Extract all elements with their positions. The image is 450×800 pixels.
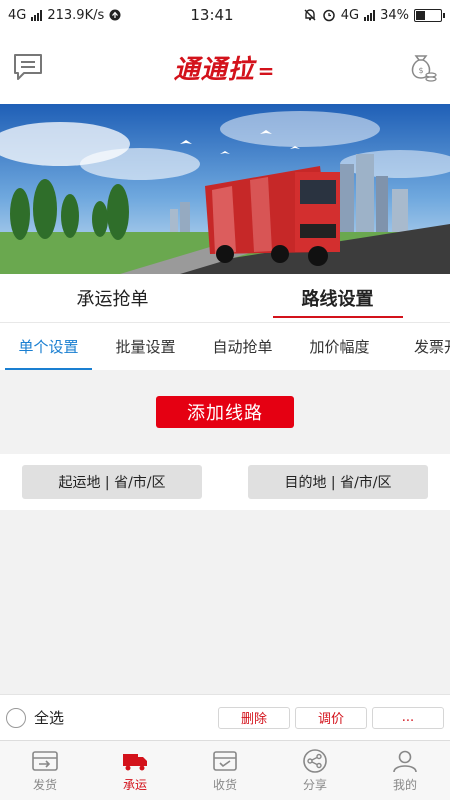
receive-box-icon [213,750,237,771]
network-label: 4G [8,7,27,23]
share-icon [303,748,327,773]
tab-route-settings[interactable]: 路线设置 [225,274,450,322]
truck-icon [123,753,147,770]
nav-receive[interactable]: 收货 [180,741,270,800]
status-bar: 4G 213.9K/s 13:41 4G 34% [0,0,450,30]
subtab-single-setting[interactable]: 单个设置 [0,323,97,370]
battery-icon [413,8,445,22]
ship-goods-icon [32,750,58,771]
delete-button[interactable]: 删除 [218,706,290,729]
signal-icon [31,9,43,21]
subtab-batch-setting[interactable]: 批量设置 [97,323,194,370]
money-bag-icon[interactable]: $ [404,50,438,84]
sync-icon [109,9,121,21]
select-all-radio[interactable] [6,707,26,728]
nav-share[interactable]: 分享 [270,741,360,800]
origin-selector[interactable]: 起运地 | 省/市/区 [22,465,202,499]
route-list [0,510,450,694]
mute-bell-icon [304,9,316,21]
nav-mine-label: 我的 [392,777,417,792]
logo-tail: = [257,58,275,83]
add-route-button[interactable]: 添加线路 [156,396,294,428]
nav-ship-goods[interactable]: 发货 [0,741,90,800]
nav-receive-label: 收货 [212,777,237,792]
nav-carrier[interactable]: 承运 [90,741,180,800]
more-button[interactable]: ... [372,706,444,729]
main-tabs: 承运抢单 路线设置 [0,274,450,322]
subtab-markup-range[interactable]: 加价幅度 [291,323,388,370]
status-left: 4G 213.9K/s [8,8,121,23]
add-route-area: 添加线路 [0,370,450,454]
nav-ship-goods-label: 发货 [32,777,57,792]
subtab-auto-grab[interactable]: 自动抢单 [194,323,291,370]
user-icon [393,750,417,772]
app-header: 通通拉 = $ [0,30,450,104]
app-logo: 通通拉 = [174,49,275,86]
bottom-nav: 发货 承运 收货 分享 我的 [0,740,450,800]
select-all-label[interactable]: 全选 [34,707,64,728]
network-speed: 213.9K/s [47,7,105,23]
destination-selector[interactable]: 目的地 | 省/市/区 [248,465,428,499]
battery-percent: 34% [380,7,409,23]
action-bar: 全选 删除 调价 ... [0,694,450,740]
logo-text: 通通拉 [173,54,255,85]
adjust-price-button[interactable]: 调价 [295,706,367,729]
nav-mine[interactable]: 我的 [360,741,450,800]
signal-icon-right [364,9,376,21]
message-icon[interactable] [12,52,44,82]
alarm-icon [322,9,335,22]
nav-carrier-label: 承运 [122,777,147,792]
sub-tabs: 单个设置 批量设置 自动抢单 加价幅度 发票开 [0,322,450,370]
clock: 13:41 [190,6,234,24]
nav-share-label: 分享 [302,777,327,792]
status-right: 4G 34% [303,7,445,23]
banner-image [0,104,450,274]
route-filter-row: 起运地 | 省/市/区 目的地 | 省/市/区 [0,454,450,510]
tab-carrier-orders[interactable]: 承运抢单 [0,274,225,322]
network-type-right: 4G [340,7,360,23]
subtab-invoice[interactable]: 发票开 [388,323,450,370]
action-buttons: 删除 调价 ... [218,706,444,729]
svg-text:$: $ [418,66,423,75]
